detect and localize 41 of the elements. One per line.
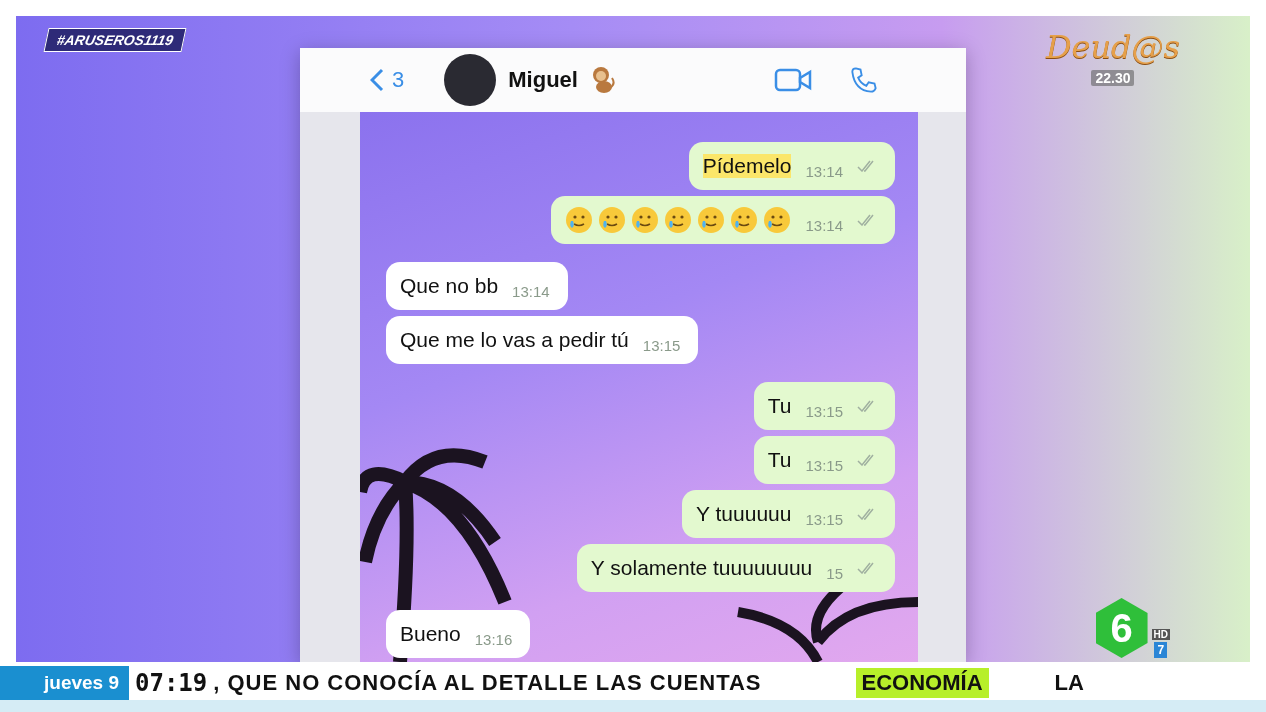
message-text: Tu xyxy=(767,448,792,472)
ticker-headline: , QUE NO CONOCÍA AL DETALLE LAS CUENTAS xyxy=(213,670,762,696)
subchannel-badge: 7 xyxy=(1154,642,1168,658)
message-time: 13:15 xyxy=(805,402,843,420)
message-text: Que me lo vas a pedir tú xyxy=(400,328,629,352)
phone-icon[interactable] xyxy=(850,66,878,94)
message-time: 13:14 xyxy=(805,216,843,234)
hashtag-banner: #ARUSEROS1119 xyxy=(43,28,187,52)
message-text: Bueno xyxy=(400,622,461,646)
message-time: 13:14 xyxy=(805,162,843,180)
message-time: 13:14 xyxy=(512,282,550,300)
message-text: Tu xyxy=(767,394,792,418)
ticker-clock: 07:19 xyxy=(134,669,209,697)
chevron-left-icon xyxy=(370,68,384,92)
message-time: 13:15 xyxy=(805,456,843,474)
message-text: Que no bb xyxy=(400,274,499,298)
message-text: Pídemelo xyxy=(702,154,792,178)
ticker-section: ECONOMÍA xyxy=(855,668,989,698)
crying-smile-emoji-icon xyxy=(631,206,660,234)
crying-smile-emoji-icon xyxy=(565,206,594,234)
crying-smile-emoji-icon xyxy=(598,206,627,234)
contact-name: Miguel xyxy=(508,67,578,93)
hd-label: HD xyxy=(1151,629,1170,640)
show-logo: Deud@s xyxy=(1045,28,1180,66)
avatar xyxy=(444,54,497,106)
message-time: 13:15 xyxy=(805,510,843,528)
message-text: Y solamente tuuuuuuuu xyxy=(590,556,813,580)
message-time: 13:15 xyxy=(642,336,681,354)
message-text: Y tuuuuuu xyxy=(696,502,792,526)
crying-smile-emoji-icon xyxy=(697,206,726,234)
ticker-next-text: LA xyxy=(1054,670,1084,696)
message-time: 15 xyxy=(826,564,843,582)
video-camera-icon[interactable] xyxy=(774,68,812,92)
crying-smile-emoji-icon xyxy=(730,206,759,234)
crying-smile-emoji-icon xyxy=(664,206,693,234)
message-time: 13:16 xyxy=(474,630,513,648)
ticker-day: jueves 9 xyxy=(0,666,129,700)
channel-logo: 6 xyxy=(1095,598,1148,658)
back-button[interactable]: 3 xyxy=(370,67,405,93)
show-time: 22.30 xyxy=(1091,70,1135,86)
crying-smile-emoji-icon xyxy=(763,206,792,234)
